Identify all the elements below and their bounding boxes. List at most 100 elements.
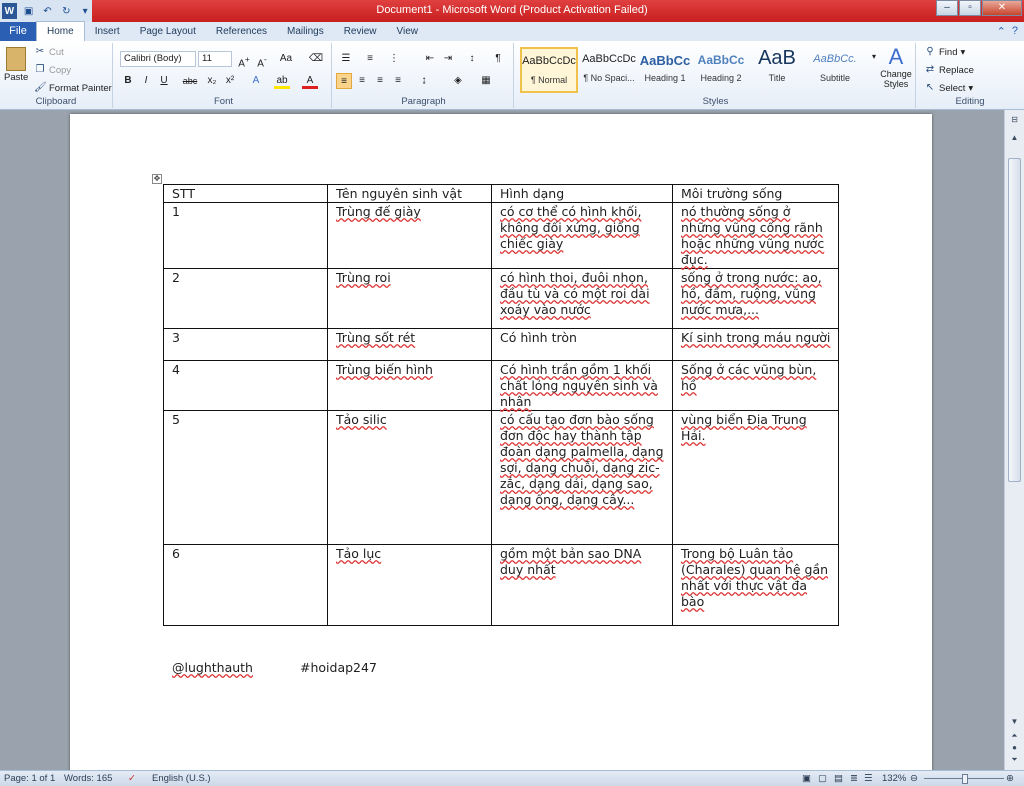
text-effects-icon[interactable]: A bbox=[248, 73, 264, 89]
table-cell[interactable]: Kí sinh trong máu người bbox=[672, 328, 839, 361]
table-cell[interactable]: nó thường sống ở những vũng cống rãnh ho… bbox=[672, 202, 839, 269]
table-cell[interactable]: có hình thoi, đuôi nhọn, đầu tù và có mộ… bbox=[491, 268, 673, 329]
bullets-icon[interactable]: ☰ bbox=[338, 51, 354, 67]
select-browse-object-icon[interactable]: ● bbox=[1008, 742, 1021, 753]
language-indicator[interactable]: English (U.S.) bbox=[152, 773, 211, 784]
change-styles-button[interactable]: A Change Styles bbox=[878, 45, 914, 90]
table-cell[interactable]: Trùng đế giày bbox=[327, 202, 492, 269]
tab-file[interactable]: File bbox=[0, 22, 36, 41]
table-cell[interactable]: Sống ở các vũng bùn, hồ bbox=[672, 360, 839, 411]
borders-icon[interactable]: ▦ bbox=[478, 73, 494, 89]
table-cell[interactable]: Trong bộ Luân tảo (Charales) quan hệ gần… bbox=[672, 544, 839, 626]
table-cell[interactable]: 6 bbox=[163, 544, 328, 626]
numbering-icon[interactable]: ≡ bbox=[362, 51, 378, 67]
table-move-handle[interactable]: ✥ bbox=[152, 174, 162, 184]
outline-icon[interactable]: ≣ bbox=[850, 773, 858, 784]
style-subtitle[interactable]: AaBbCc. Subtitle bbox=[806, 47, 864, 93]
table-cell[interactable]: có cấu tạo đơn bào sống đơn độc hay thàn… bbox=[491, 410, 673, 545]
print-layout-icon[interactable]: ▣ bbox=[802, 773, 811, 784]
ruler-toggle-icon[interactable]: ⊟ bbox=[1008, 114, 1021, 125]
strikethrough-icon[interactable]: abc bbox=[182, 73, 198, 89]
grow-font-icon[interactable]: A+ bbox=[236, 51, 252, 69]
web-layout-icon[interactable]: ▤ bbox=[834, 773, 843, 784]
multilevel-list-icon[interactable]: ⋮ bbox=[386, 51, 402, 67]
table-cell[interactable]: 2 bbox=[163, 268, 328, 329]
italic-icon[interactable]: I bbox=[138, 73, 154, 89]
help-icon[interactable]: ? bbox=[1012, 25, 1018, 38]
tab-mailings[interactable]: Mailings bbox=[277, 22, 334, 41]
tab-page-layout[interactable]: Page Layout bbox=[130, 22, 206, 41]
tab-review[interactable]: Review bbox=[334, 22, 387, 41]
replace-button[interactable]: ⇄ Replace bbox=[924, 64, 974, 76]
bold-icon[interactable]: B bbox=[120, 73, 136, 89]
page-count[interactable]: Page: 1 of 1 bbox=[4, 773, 55, 784]
table-cell[interactable]: 4 bbox=[163, 360, 328, 411]
table-header-cell[interactable]: Hình dạng bbox=[491, 184, 673, 203]
table-cell[interactable]: Tảo lục bbox=[327, 544, 492, 626]
table-cell[interactable]: Trùng biến hình bbox=[327, 360, 492, 411]
table-header-cell[interactable]: Tên nguyên sinh vật bbox=[327, 184, 492, 203]
tab-insert[interactable]: Insert bbox=[85, 22, 130, 41]
subscript-icon[interactable]: x₂ bbox=[204, 73, 220, 89]
zoom-in-icon[interactable]: ⊕ bbox=[1006, 773, 1014, 784]
superscript-icon[interactable]: x² bbox=[222, 73, 238, 89]
minimize-button[interactable]: – bbox=[936, 0, 958, 16]
table-cell[interactable]: 5 bbox=[163, 410, 328, 545]
minimize-ribbon-icon[interactable]: ⌃ bbox=[997, 25, 1006, 38]
save-icon[interactable]: ▣ bbox=[22, 4, 36, 19]
table-cell[interactable]: Tảo silic bbox=[327, 410, 492, 545]
select-button[interactable]: ↖ Select ▾ bbox=[924, 82, 973, 94]
table-header-cell[interactable]: STT bbox=[163, 184, 328, 203]
table-cell[interactable]: sống ở trong nước: ao, hồ, đầm, ruộng, v… bbox=[672, 268, 839, 329]
table-cell[interactable]: Trùng sốt rét bbox=[327, 328, 492, 361]
scroll-down-icon[interactable]: ▼ bbox=[1008, 716, 1021, 727]
maximize-button[interactable]: ▫ bbox=[959, 0, 981, 16]
undo-icon[interactable]: ↶ bbox=[41, 4, 55, 19]
draft-icon[interactable]: ☰ bbox=[864, 773, 873, 784]
cut-button[interactable]: ✂ Cut bbox=[34, 46, 64, 58]
tab-home[interactable]: Home bbox=[36, 21, 85, 41]
style-no-spacing[interactable]: AaBbCcDc ¶ No Spaci... bbox=[580, 47, 638, 93]
font-color-icon[interactable]: A bbox=[302, 73, 318, 89]
line-spacing-icon[interactable]: ↨ bbox=[416, 73, 432, 89]
align-left-icon[interactable]: ≡ bbox=[336, 73, 352, 89]
word-app-icon[interactable]: W bbox=[2, 3, 17, 19]
zoom-level[interactable]: 132% bbox=[882, 773, 906, 784]
vertical-scrollbar[interactable]: ⊟ ▲ ▼ ⏶ ● ⏷ bbox=[1004, 110, 1024, 770]
sort-icon[interactable]: ↕ bbox=[464, 51, 480, 67]
table-cell[interactable]: có cơ thể có hình khối, không đối xứng, … bbox=[491, 202, 673, 269]
decrease-indent-icon[interactable]: ⇤ bbox=[422, 51, 438, 67]
font-size-combo[interactable]: 11 bbox=[198, 51, 232, 67]
change-case-icon[interactable]: Aa bbox=[278, 51, 294, 67]
style-title[interactable]: AaB Title bbox=[748, 47, 806, 93]
zoom-out-icon[interactable]: ⊖ bbox=[910, 773, 918, 784]
table-cell[interactable]: gồm một bản sao DNA duy nhất bbox=[491, 544, 673, 626]
previous-page-icon[interactable]: ⏶ bbox=[1008, 730, 1021, 741]
tab-view[interactable]: View bbox=[387, 22, 429, 41]
redo-icon[interactable]: ↻ bbox=[59, 4, 73, 19]
tab-references[interactable]: References bbox=[206, 22, 277, 41]
table-cell[interactable]: 3 bbox=[163, 328, 328, 361]
table-cell[interactable]: Có hình tròn bbox=[491, 328, 673, 361]
proofing-icon[interactable]: ✓ bbox=[128, 773, 136, 784]
shading-icon[interactable]: ◈ bbox=[450, 73, 466, 89]
scroll-up-icon[interactable]: ▲ bbox=[1008, 132, 1021, 143]
table-cell[interactable]: Trùng roi bbox=[327, 268, 492, 329]
increase-indent-icon[interactable]: ⇥ bbox=[440, 51, 456, 67]
clear-formatting-icon[interactable]: ⌫ bbox=[308, 51, 324, 67]
scroll-thumb[interactable] bbox=[1008, 158, 1021, 482]
table-header-cell[interactable]: Môi trường sống bbox=[672, 184, 839, 203]
customize-toolbar-icon[interactable]: ▾ bbox=[78, 4, 92, 19]
next-page-icon[interactable]: ⏷ bbox=[1008, 754, 1021, 765]
show-formatting-icon[interactable]: ¶ bbox=[490, 51, 506, 67]
paste-button[interactable]: Paste bbox=[4, 47, 28, 83]
zoom-slider-knob[interactable] bbox=[962, 774, 968, 784]
table-cell[interactable]: vùng biển Địa Trung Hải. bbox=[672, 410, 839, 545]
justify-icon[interactable]: ≡ bbox=[390, 73, 406, 89]
style-normal[interactable]: AaBbCcDc ¶ Normal bbox=[520, 47, 578, 93]
copy-button[interactable]: ❐ Copy bbox=[34, 64, 72, 76]
align-right-icon[interactable]: ≡ bbox=[372, 73, 388, 89]
style-heading-2[interactable]: AaBbCc Heading 2 bbox=[692, 47, 750, 93]
find-button[interactable]: ⚲ Find ▾ bbox=[924, 46, 965, 58]
word-count[interactable]: Words: 165 bbox=[64, 773, 112, 784]
